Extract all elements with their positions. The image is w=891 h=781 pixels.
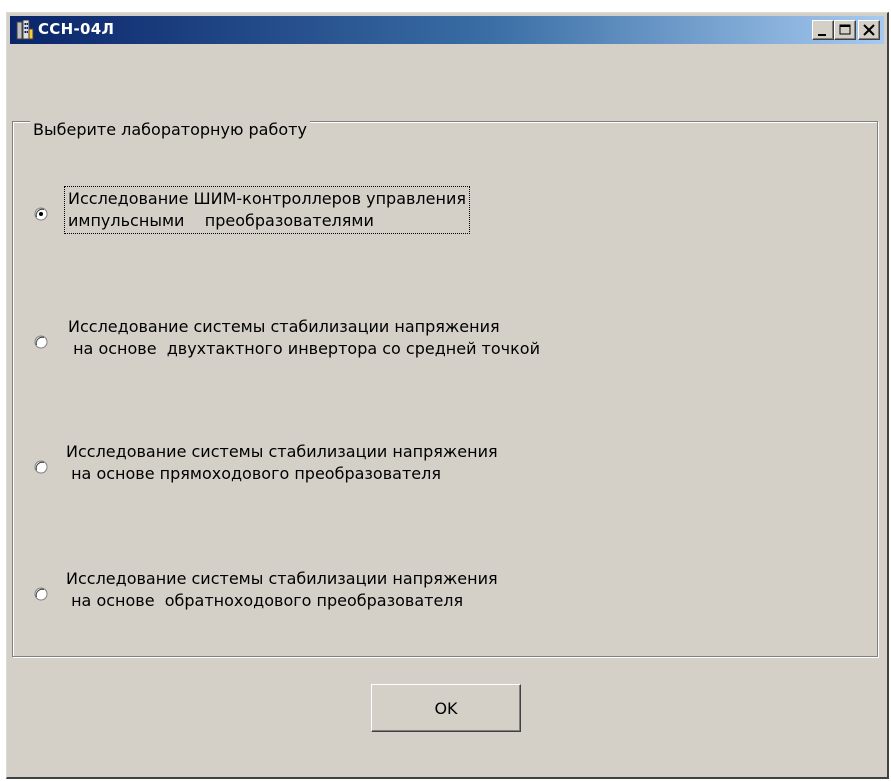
radio-label-3[interactable]: Исследование системы стабилизации напряж… xyxy=(66,441,498,485)
minimize-icon xyxy=(818,34,826,36)
radio-unselected-icon[interactable] xyxy=(34,587,48,601)
close-button[interactable] xyxy=(858,20,880,40)
radio-selected-icon[interactable] xyxy=(34,207,48,221)
radio-unselected-icon[interactable] xyxy=(34,460,48,474)
ok-button[interactable]: OK xyxy=(371,684,521,732)
radio-option-3[interactable]: Исследование системы стабилизации напряж… xyxy=(34,438,654,498)
radio-option-4[interactable]: Исследование системы стабилизации напряж… xyxy=(34,567,654,627)
app-building-icon xyxy=(16,19,34,40)
groupbox-caption: Выберите лабораторную работу xyxy=(30,120,310,140)
radio-label-4[interactable]: Исследование системы стабилизации напряж… xyxy=(66,568,498,612)
radio-option-1[interactable]: Исследование ШИМ-контроллеров управления… xyxy=(34,183,594,243)
window-title: ССН-04Л xyxy=(38,20,115,38)
maximize-button[interactable] xyxy=(834,20,856,40)
close-icon xyxy=(863,24,875,36)
radio-option-2[interactable]: Исследование системы стабилизации напряж… xyxy=(34,313,654,373)
radio-label-2[interactable]: Исследование системы стабилизации напряж… xyxy=(68,316,540,360)
title-bar[interactable]: ССН-04Л xyxy=(10,16,884,44)
maximize-icon xyxy=(839,24,851,35)
radio-unselected-icon[interactable] xyxy=(34,335,48,349)
radio-label-1[interactable]: Исследование ШИМ-контроллеров управления… xyxy=(64,186,470,234)
minimize-button[interactable] xyxy=(812,20,834,40)
